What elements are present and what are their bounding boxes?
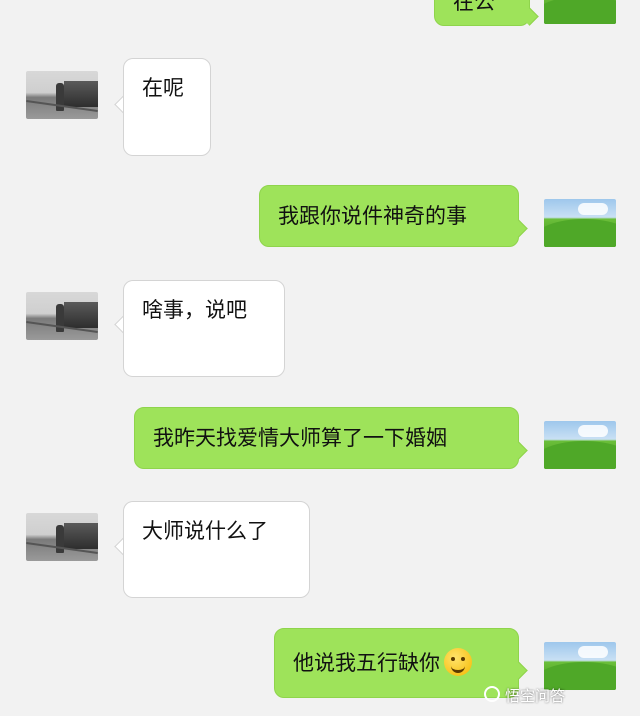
message-bubble-incoming[interactable]: 大师说什么了 <box>123 501 310 598</box>
avatar-hill <box>544 441 616 469</box>
avatar-hill <box>544 0 616 24</box>
avatar-cloud <box>578 425 608 437</box>
hugging-face-emoji-icon <box>444 648 472 676</box>
watermark-logo-icon <box>484 686 500 702</box>
message-text: 在呢 <box>142 76 184 100</box>
message-bubble-incoming[interactable]: 在呢 <box>123 58 211 156</box>
avatar-hill <box>544 219 616 247</box>
message-text: 在公 <box>453 0 495 14</box>
message-text: 啥事，说吧 <box>142 298 247 322</box>
message-text: 我跟你说件神奇的事 <box>278 204 467 228</box>
avatar-cloud <box>578 203 608 215</box>
avatar-train <box>64 81 98 107</box>
avatar-train <box>64 523 98 549</box>
message-bubble-outgoing[interactable]: 我跟你说件神奇的事 <box>259 185 519 247</box>
message-bubble-outgoing[interactable]: 我昨天找爱情大师算了一下婚姻 <box>134 407 519 469</box>
message-text: 他说我五行缺你 <box>293 651 440 675</box>
avatar-contact[interactable] <box>26 513 98 561</box>
avatar-cloud <box>578 646 608 658</box>
avatar-self[interactable] <box>544 421 616 469</box>
message-bubble-outgoing[interactable]: 他说我五行缺你 <box>274 628 519 698</box>
avatar-self[interactable] <box>544 0 616 24</box>
avatar-train <box>64 302 98 328</box>
avatar-self[interactable] <box>544 642 616 690</box>
avatar-contact[interactable] <box>26 292 98 340</box>
message-text: 我昨天找爱情大师算了一下婚姻 <box>153 426 447 450</box>
avatar-contact[interactable] <box>26 71 98 119</box>
message-bubble-outgoing[interactable]: 在公 <box>434 0 530 26</box>
watermark: 悟空问答 <box>505 687 566 705</box>
message-text: 大师说什么了 <box>142 519 268 543</box>
avatar-self[interactable] <box>544 199 616 247</box>
message-bubble-incoming[interactable]: 啥事，说吧 <box>123 280 285 377</box>
